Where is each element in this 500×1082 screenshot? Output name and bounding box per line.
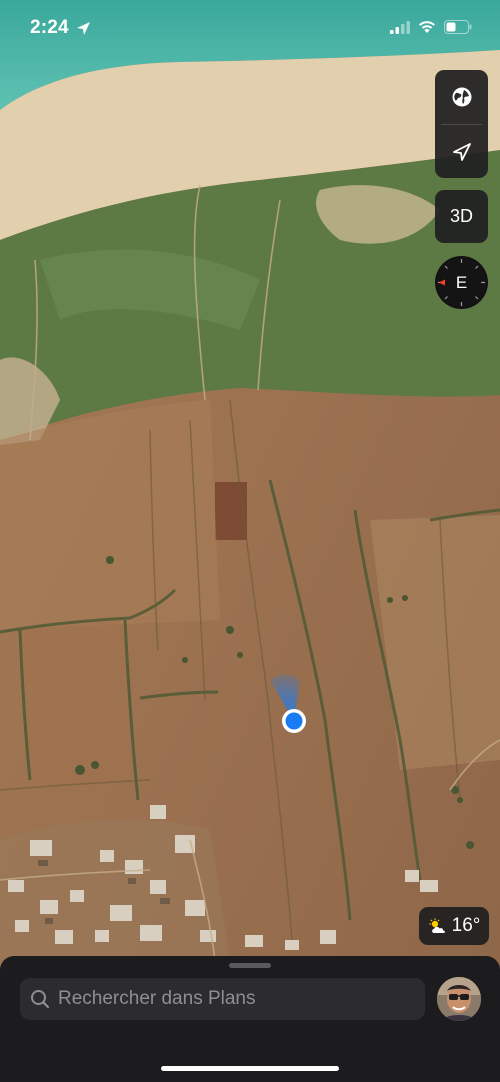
battery-icon: [444, 20, 472, 34]
search-placeholder: Rechercher dans Plans: [58, 988, 256, 1009]
search-sheet: Rechercher dans Plans: [0, 956, 500, 1082]
search-field[interactable]: Rechercher dans Plans: [20, 978, 425, 1020]
status-time: 2:24: [30, 17, 69, 38]
compass-button[interactable]: E: [435, 256, 488, 309]
view-3d-button[interactable]: 3D: [435, 190, 488, 243]
status-indicators: [390, 20, 472, 34]
sheet-grabber[interactable]: [229, 963, 271, 968]
profile-avatar[interactable]: [437, 977, 481, 1021]
partly-sunny-icon: [429, 918, 445, 933]
profile-photo-icon: [437, 977, 481, 1021]
location-services-icon: [77, 22, 90, 35]
home-indicator[interactable]: [161, 1066, 339, 1071]
location-arrow-icon: [452, 143, 471, 161]
status-bar: 2:24: [0, 0, 500, 60]
map-mode-button[interactable]: [435, 70, 488, 124]
search-icon: [30, 989, 50, 1009]
weather-temperature: 16°: [451, 915, 481, 936]
weather-badge[interactable]: 16°: [419, 907, 489, 945]
compass-heading: E: [455, 272, 468, 292]
current-location-button[interactable]: [435, 125, 488, 178]
wifi-icon: [419, 21, 435, 33]
globe-icon: [452, 87, 471, 107]
map-controls: [435, 70, 488, 178]
cellular-signal-icon: [390, 20, 410, 34]
